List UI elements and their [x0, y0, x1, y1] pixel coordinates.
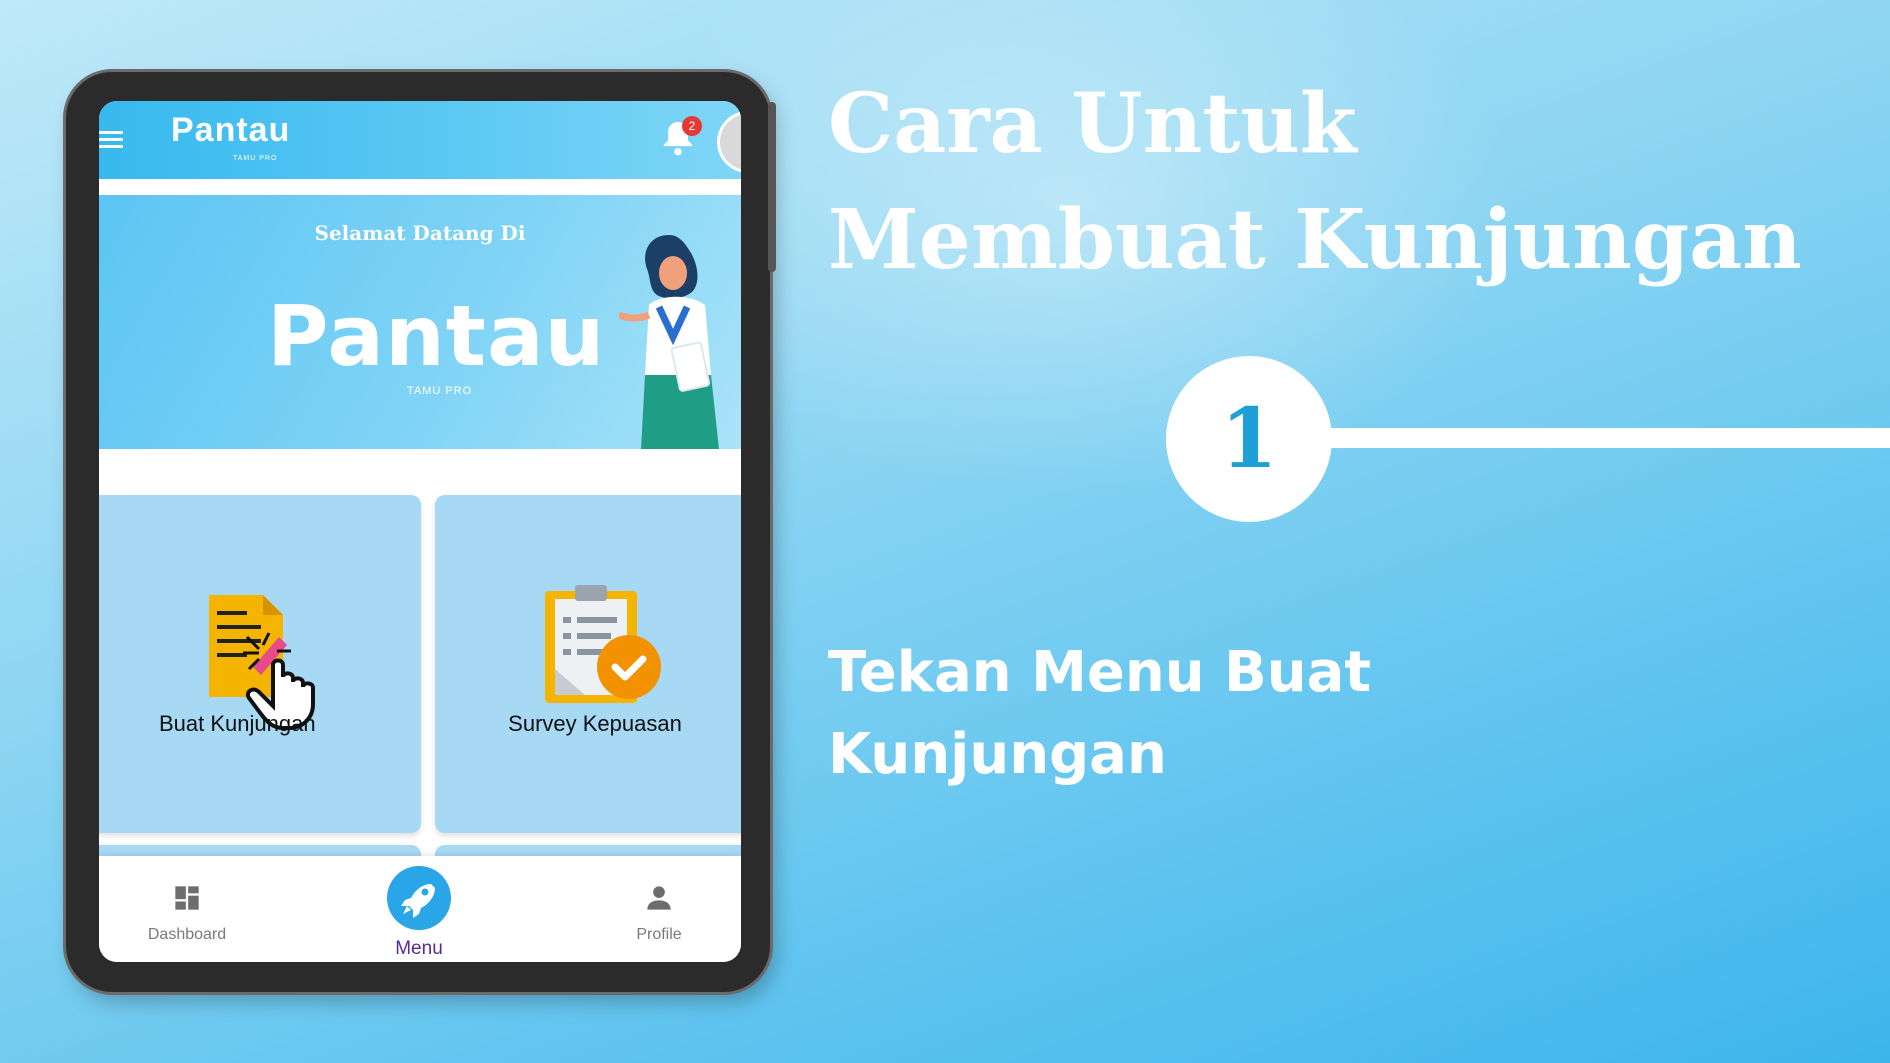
hero-banner: Selamat Datang Di Pantau TAMU PRO [99, 195, 741, 449]
hero-spacer [99, 449, 741, 495]
menu-card-survey-kepuasan[interactable]: Survey Kepuasan [435, 495, 741, 833]
nav-item-dashboard[interactable]: Dashboard [117, 856, 257, 962]
app-bar-divider [99, 179, 741, 195]
app-logo-sub: TAMU PRO [233, 155, 278, 162]
step-number-badge: 1 [1166, 356, 1332, 522]
hero-logo-word: Pantau [267, 287, 606, 385]
hero-logo: Pantau TAMU PRO [267, 287, 606, 397]
menu-fab-button[interactable] [387, 866, 451, 930]
slide-title: Cara Untuk Membuat Kunjungan [828, 66, 1802, 298]
step-instruction: Tekan Menu Buat Kunjungan [828, 632, 1371, 796]
app-bar: Pantau TAMU PRO 2 [99, 101, 741, 179]
app-screen: Pantau TAMU PRO 2 Selamat Datang Di Pant… [99, 101, 741, 962]
step-instruction-line-1: Tekan Menu Buat [828, 640, 1372, 705]
nav-item-menu[interactable]: Menu [349, 856, 489, 962]
rocket-icon [401, 884, 435, 918]
card-label-survey-kepuasan: Survey Kepuasan [508, 711, 682, 736]
nav-label-menu: Menu [395, 938, 443, 959]
tablet-frame: Pantau TAMU PRO 2 Selamat Datang Di Pant… [66, 72, 776, 992]
slide-title-line-1: Cara Untuk [828, 76, 1357, 172]
card-label-buat-kunjungan: Buat Kunjungan [159, 711, 316, 736]
nav-label-dashboard: Dashboard [147, 926, 227, 943]
bottom-navigation: Dashboard Menu Profile [99, 856, 741, 962]
hamburger-menu-icon[interactable] [99, 131, 123, 149]
clipboard-check-icon [545, 585, 661, 703]
menu-card-buat-kunjungan[interactable]: Buat Kunjungan [99, 495, 421, 833]
step-instruction-line-2: Kunjungan [828, 722, 1167, 787]
tablet-side-button [768, 102, 776, 272]
app-logo: Pantau TAMU PRO [171, 111, 291, 162]
avatar[interactable] [717, 111, 741, 173]
app-logo-word: Pantau [171, 111, 291, 149]
nav-item-profile[interactable]: Profile [589, 856, 729, 962]
step-connector-line [1320, 428, 1890, 448]
notification-badge: 2 [682, 116, 702, 136]
nav-label-profile: Profile [636, 926, 682, 943]
hero-logo-sub: TAMU PRO [407, 385, 473, 397]
person-icon [647, 886, 671, 910]
dashboard-icon [175, 886, 199, 910]
woman-illustration [619, 235, 719, 449]
slide-title-line-2: Membuat Kunjungan [828, 192, 1802, 288]
